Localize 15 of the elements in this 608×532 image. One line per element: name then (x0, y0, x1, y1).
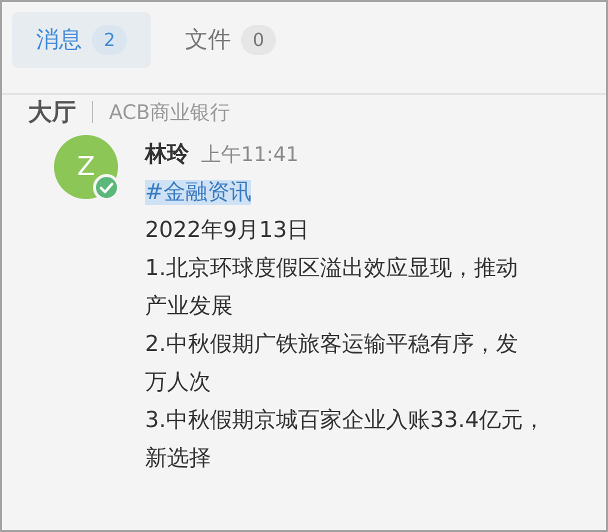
message-time: 上午11:41 (201, 142, 299, 166)
tab[interactable]: 消息 2 (12, 12, 151, 68)
message-line: 产业发展 (145, 293, 234, 321)
organization-name: ACB商业银行 (109, 99, 230, 126)
channel-name: 大厅 (28, 97, 76, 127)
author-name: 林玲 (145, 142, 189, 167)
avatar-initial: Z (77, 150, 95, 184)
hashtag-link[interactable]: #金融资讯 (145, 180, 252, 205)
message-line: 新选择 (145, 445, 212, 473)
tab[interactable]: 文件 0 (161, 12, 300, 68)
message-line: 2022年9月13日 (145, 217, 310, 245)
message-line: 2.中秋假期广铁旅客运输平稳有序，发 (145, 331, 519, 359)
message-line: 1.北京环球度假区溢出效应显现，推动 (145, 255, 519, 283)
message-line: 3.中秋假期京城百家企业入账33.4亿元， (145, 407, 545, 435)
message-line: 万人次 (145, 369, 212, 397)
